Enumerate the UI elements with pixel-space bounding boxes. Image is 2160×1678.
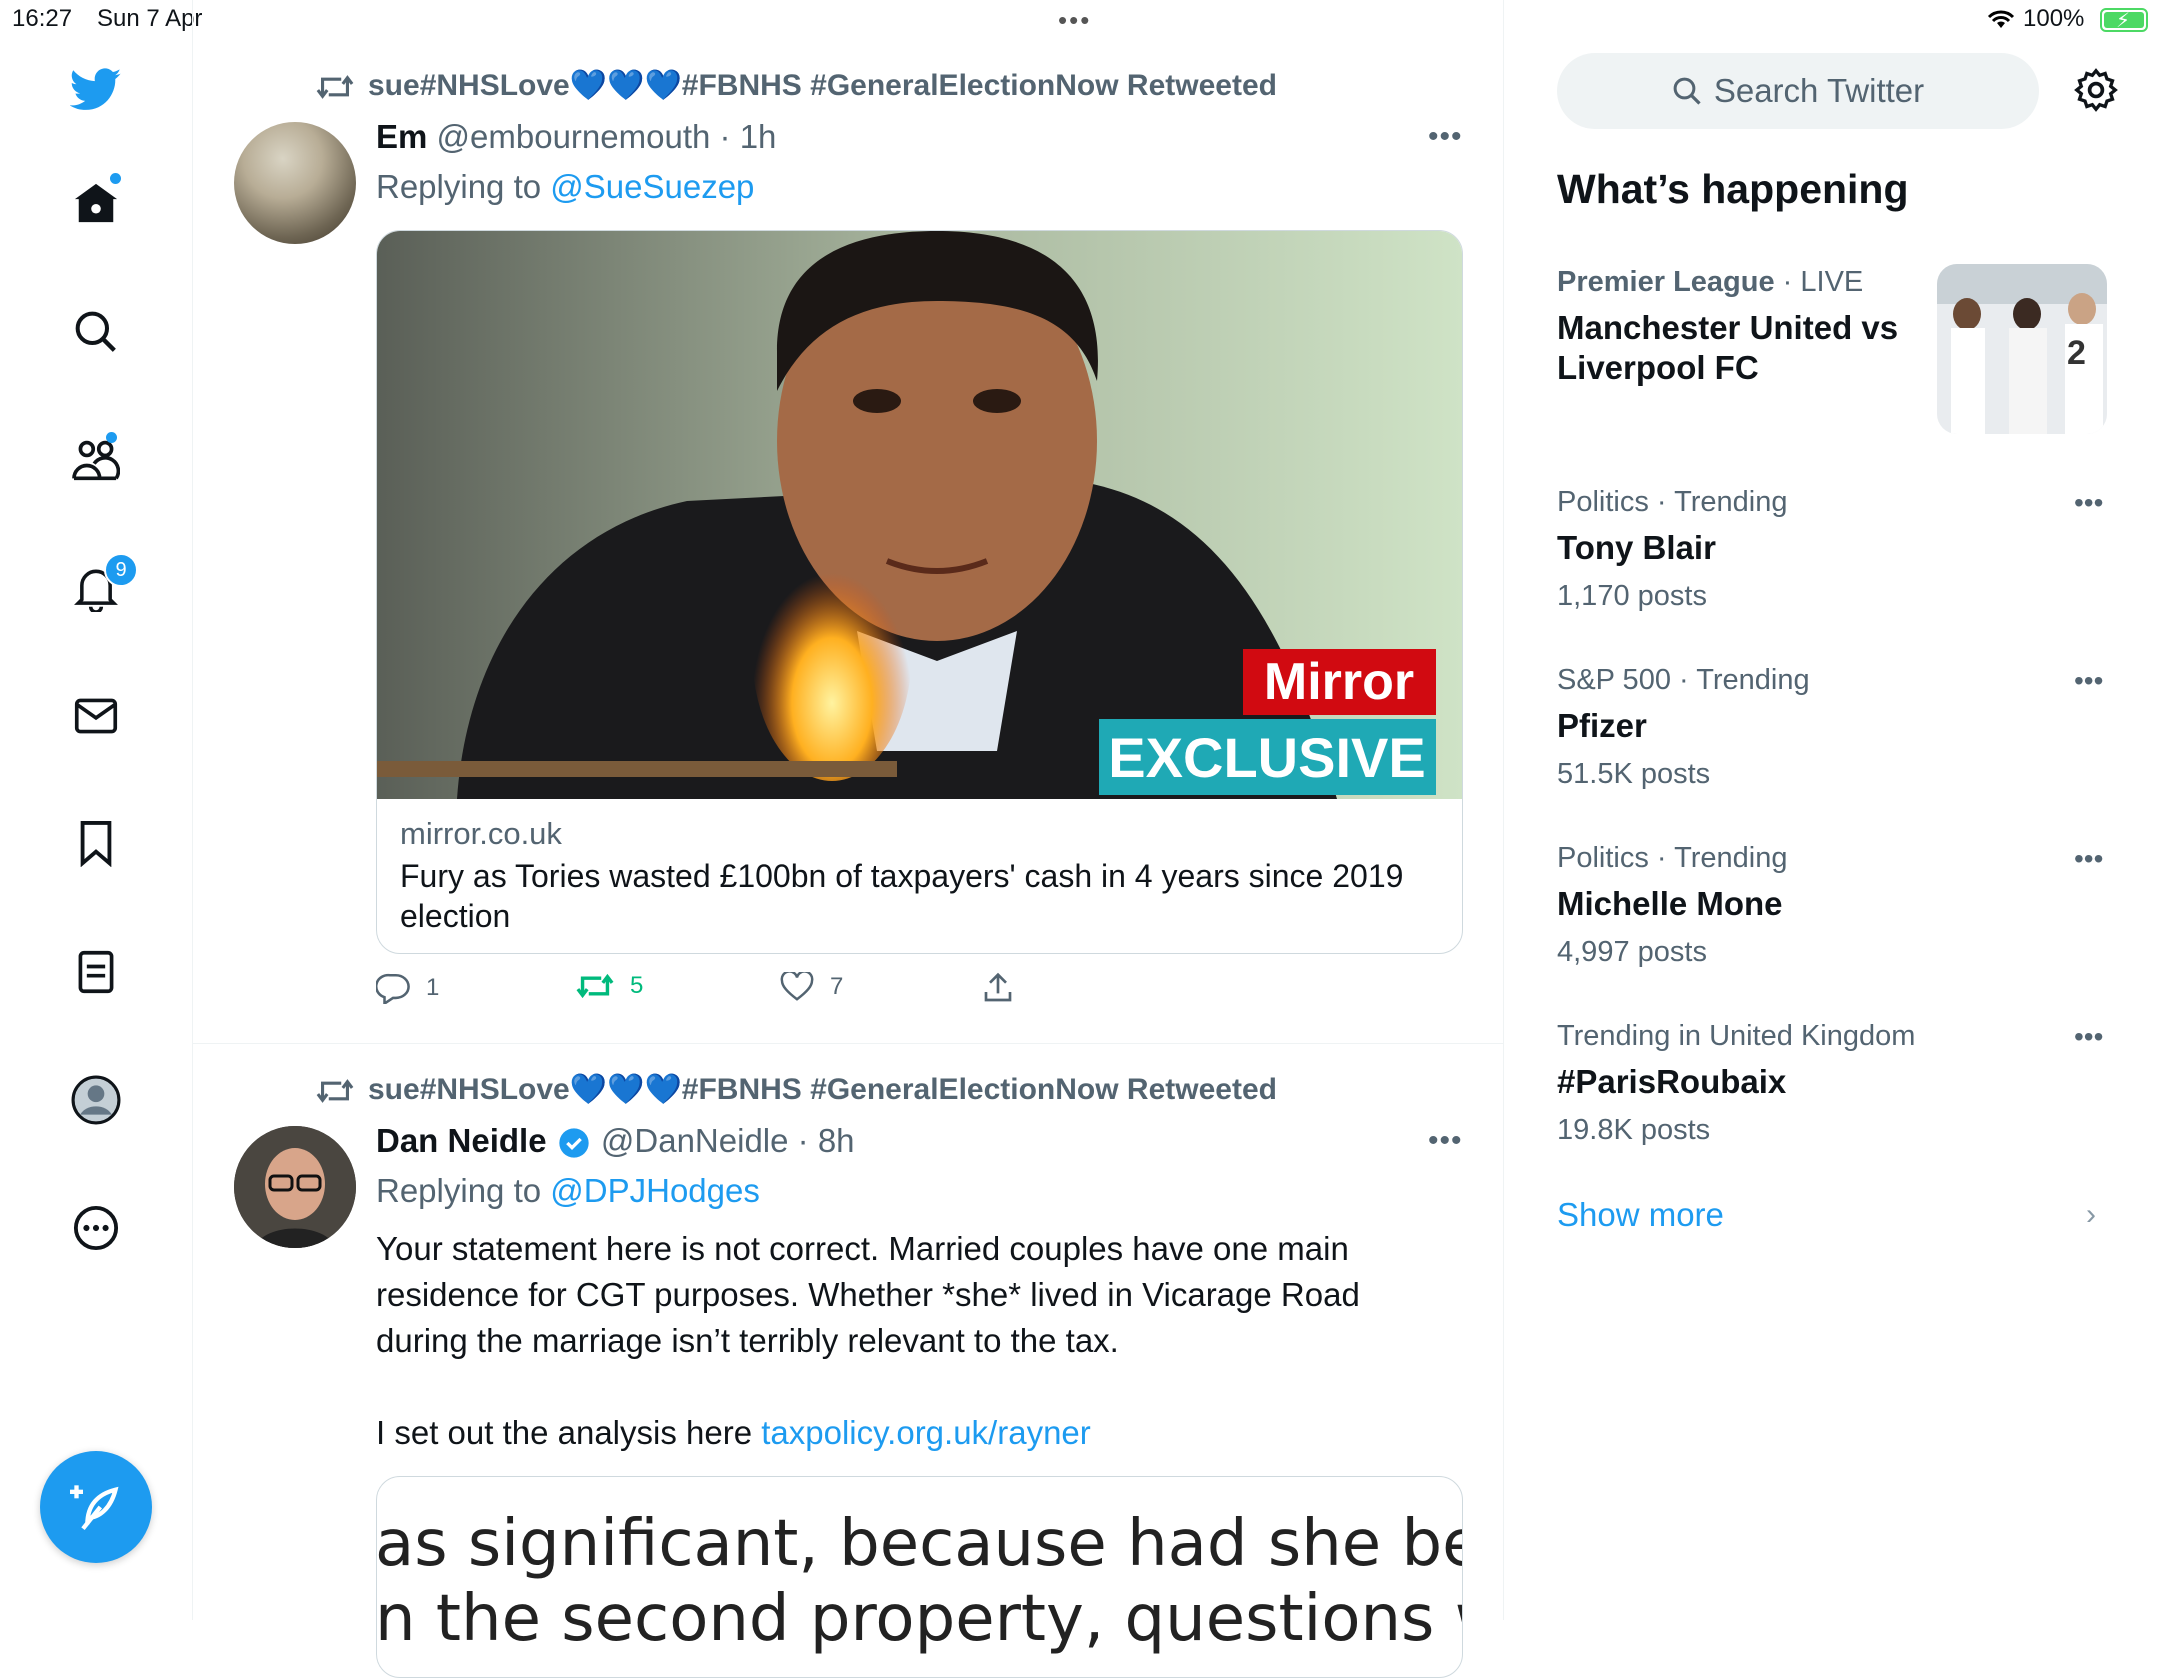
bird-icon[interactable] (70, 64, 122, 116)
verified-badge-icon (559, 1128, 589, 1158)
tweet-text: Your statement here is not correct. Marr… (376, 1230, 1360, 1359)
trend-name[interactable]: Pfizer (1557, 706, 1647, 746)
trend-category: Premier League · LIVE (1557, 266, 1863, 299)
battery-icon: ⚡ (2100, 8, 2148, 32)
tweet-header: Dan Neidle @DanNeidle · 8h (376, 1122, 855, 1160)
trend-meta: · LIVE (1774, 266, 1864, 298)
bookmark-icon[interactable] (70, 818, 122, 870)
trend-category: Trending in United Kingdom (1557, 1020, 1916, 1052)
image-text-line-2: n the second property, questions wo (376, 1582, 1463, 1656)
replying-to-link[interactable]: @DPJHodges (550, 1172, 760, 1209)
retweet-context-1[interactable]: sue#NHSLove💙💙💙#FBNHS #GeneralElectionNow… (316, 68, 1277, 103)
tweet-more-icon[interactable]: ••• (1428, 1124, 1463, 1158)
svg-text:2: 2 (2067, 334, 2086, 372)
bell-icon[interactable]: 9 (70, 553, 138, 615)
image-text-line-1: as significant, because had she bee (376, 1507, 1463, 1581)
home-new-dot (110, 173, 121, 184)
avatar[interactable] (234, 1126, 356, 1248)
retweet-count: 5 (630, 972, 644, 999)
people-icon[interactable] (70, 432, 122, 486)
trend-count: 4,997 posts (1557, 936, 1707, 968)
tweet-more-icon[interactable]: ••• (1428, 120, 1463, 154)
list-icon[interactable] (70, 946, 122, 998)
tweet-link[interactable]: taxpolicy.org.uk/rayner (761, 1414, 1091, 1451)
author-handle[interactable]: @DanNeidle (601, 1122, 789, 1159)
author-name[interactable]: Em (376, 118, 427, 155)
retweet-icon (576, 973, 614, 999)
share-icon (984, 972, 1012, 1002)
trend-image[interactable]: 2 (1937, 264, 2107, 434)
envelope-icon[interactable] (70, 690, 122, 742)
search-icon (1673, 77, 1701, 105)
replying-to: Replying to @SueSuezep (376, 168, 754, 206)
gear-icon[interactable] (2074, 68, 2118, 117)
trend-more-icon[interactable]: ••• (2074, 843, 2103, 875)
trend-count: 19.8K posts (1557, 1114, 1711, 1146)
like-count: 7 (830, 973, 844, 1000)
trend-more-icon[interactable]: ••• (2074, 487, 2103, 519)
replying-prefix: Replying to (376, 168, 551, 205)
retweeted-by-label: sue#NHSLove💙💙💙#FBNHS #GeneralElectionNow… (368, 1073, 1277, 1106)
replying-prefix: Replying to (376, 1172, 551, 1209)
reply-icon (376, 973, 410, 1004)
search-placeholder: Search Twitter (1713, 72, 1925, 109)
reply-button[interactable]: 1 (376, 972, 439, 1004)
card-title: Fury as Tories wasted £100bn of taxpayer… (400, 858, 1404, 934)
wifi-icon (1986, 8, 2016, 37)
tweet-time[interactable]: · 1h (720, 118, 777, 155)
compose-tweet-button[interactable] (40, 1451, 152, 1563)
retweet-context-2[interactable]: sue#NHSLove💙💙💙#FBNHS #GeneralElectionNow… (316, 1072, 1277, 1107)
search-icon[interactable] (70, 306, 122, 358)
share-button[interactable] (982, 972, 1014, 1004)
reply-count: 1 (426, 974, 440, 1001)
trend-name[interactable]: Manchester United vs Liverpool FC (1557, 308, 1927, 388)
whats-happening-title: What’s happening (1557, 166, 1909, 212)
trend-name[interactable]: Tony Blair (1557, 528, 1716, 568)
card-domain: mirror.co.uk (400, 816, 562, 851)
more-circle-icon[interactable] (70, 1202, 122, 1254)
retweeted-by-label: sue#NHSLove💙💙💙#FBNHS #GeneralElectionNow… (368, 69, 1277, 102)
replying-to-link[interactable]: @SueSuezep (550, 168, 754, 205)
search-input[interactable]: Search Twitter (1557, 53, 2039, 129)
communities-new-dot (106, 432, 117, 443)
notification-badge: 9 (104, 553, 138, 587)
trend-category: Politics · Trending (1557, 842, 1788, 874)
tweet-time[interactable]: · 8h (798, 1122, 855, 1159)
trend-name[interactable]: Michelle Mone (1557, 884, 1783, 924)
trend-count: 1,170 posts (1557, 580, 1707, 612)
link-card[interactable]: Mirror EXCLUSIVE mirror.co.uk Fury as To… (376, 230, 1463, 954)
tweet-text-2-prefix: I set out the analysis here (376, 1414, 762, 1451)
card-image: Mirror EXCLUSIVE (377, 231, 1462, 799)
trend-name[interactable]: #ParisRoubaix (1557, 1062, 1786, 1102)
author-handle[interactable]: @embournemouth (437, 118, 711, 155)
avatar-icon[interactable] (70, 1074, 122, 1126)
battery-percent: 100% (2023, 5, 2085, 32)
retweet-button[interactable]: 5 (576, 972, 643, 1000)
trend-category: Politics · Trending (1557, 486, 1788, 518)
home-icon[interactable] (70, 173, 122, 229)
trend-more-icon[interactable]: ••• (2074, 665, 2103, 697)
left-navigation: 9 (0, 0, 193, 1620)
trend-more-icon[interactable]: ••• (2074, 1021, 2103, 1053)
replying-to: Replying to @DPJHodges (376, 1172, 760, 1210)
avatar[interactable] (234, 122, 356, 244)
author-name[interactable]: Dan Neidle (376, 1122, 547, 1159)
trend-count: 51.5K posts (1557, 758, 1711, 790)
show-more-link[interactable]: Show more (1557, 1196, 1724, 1234)
like-button[interactable]: 7 (780, 972, 843, 1002)
trend-category: S&P 500 · Trending (1557, 664, 1810, 696)
tweet-header: Em @embournemouth · 1h (376, 118, 776, 156)
chevron-right-icon[interactable]: › (2086, 1198, 2096, 1232)
trend-category-label: Premier League (1557, 266, 1775, 298)
card-badge-bottom: EXCLUSIVE (1108, 726, 1425, 789)
image-card[interactable]: as significant, because had she bee n th… (376, 1476, 1463, 1678)
card-badge-top: Mirror (1264, 653, 1414, 711)
heart-icon (780, 972, 814, 1001)
tweet-text-2: I set out the analysis here taxpolicy.or… (376, 1414, 1091, 1452)
tweet-divider (193, 1043, 1503, 1044)
